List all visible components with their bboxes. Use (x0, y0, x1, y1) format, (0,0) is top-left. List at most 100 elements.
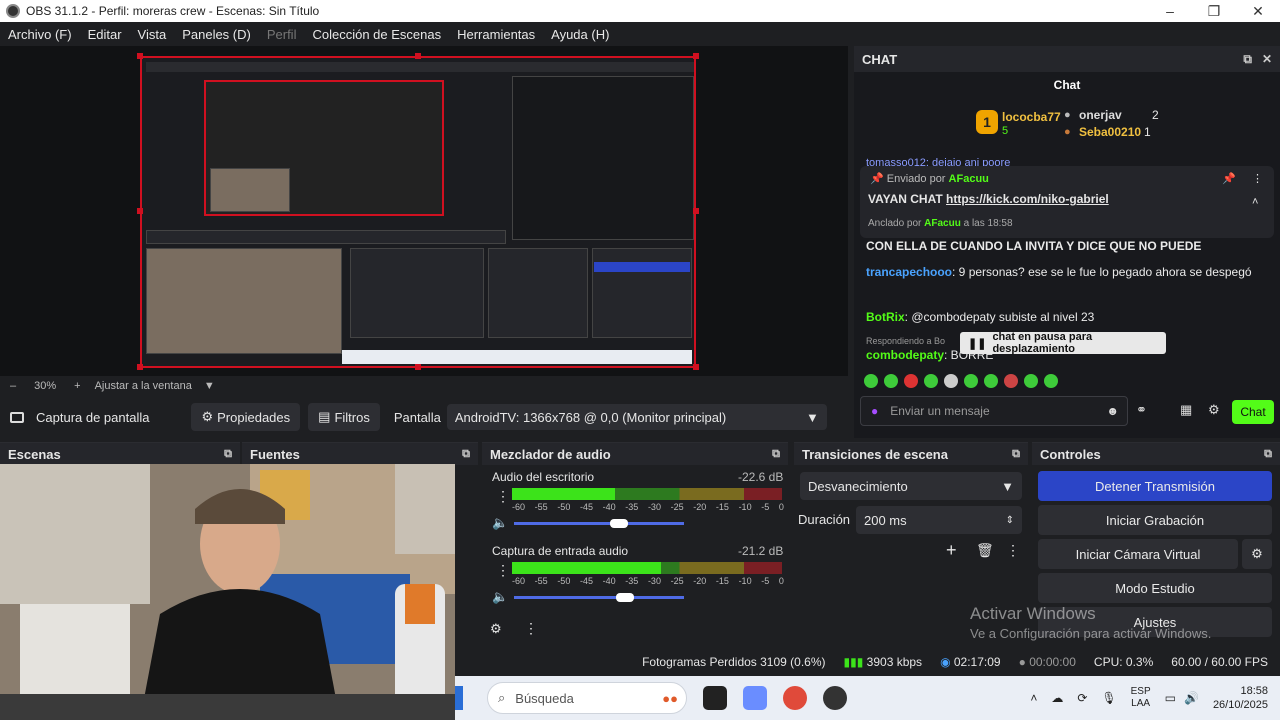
volume-icon[interactable]: 🔊 (1184, 691, 1199, 705)
emote-icon[interactable] (964, 374, 978, 388)
float-icon[interactable]: ⧉ (1243, 52, 1252, 67)
volume-knob[interactable] (610, 519, 629, 528)
volume-knob[interactable] (615, 593, 634, 602)
start-recording-button[interactable]: Iniciar Grabación (1038, 505, 1272, 535)
float-icon[interactable]: ⧉ (1264, 448, 1272, 461)
resize-handle-bl[interactable] (137, 364, 143, 370)
resize-handle-br[interactable] (693, 364, 699, 370)
cloud-icon[interactable]: ☁ (1051, 691, 1063, 705)
taskbar-search[interactable]: ⌕ Búsqueda ●● (487, 682, 687, 714)
menu-docks[interactable]: Paneles (D) (174, 27, 259, 42)
gear-icon[interactable]: ⚙ (490, 621, 502, 637)
volume-slider[interactable] (514, 596, 684, 599)
menu-view[interactable]: Vista (130, 27, 175, 42)
resize-handle-l[interactable] (137, 208, 143, 214)
display-icon[interactable]: ▭ (1165, 691, 1176, 705)
add-icon[interactable]: + (946, 540, 957, 561)
fit-window-option[interactable]: Ajustar a la ventana (95, 380, 192, 392)
more-icon[interactable]: ⋮ (1252, 172, 1263, 185)
emote-icon[interactable] (884, 374, 898, 388)
chat-input[interactable]: ● Enviar un mensaje ☻ (860, 396, 1128, 426)
menu-scene-collection[interactable]: Colección de Escenas (304, 27, 449, 42)
resize-handle-b[interactable] (415, 364, 421, 370)
pinned-link[interactable]: https://kick.com/niko-gabriel (946, 192, 1109, 206)
virtual-camera-button[interactable]: Iniciar Cámara Virtual (1038, 539, 1238, 569)
zoom-in-button[interactable]: + (74, 380, 80, 392)
scale-tick: -25 (670, 576, 684, 586)
chat-user[interactable]: combodepaty (866, 348, 944, 362)
pin-icon[interactable]: 📌 (1222, 172, 1236, 185)
emote-icon[interactable] (1044, 374, 1058, 388)
emote-icon[interactable] (924, 374, 938, 388)
chevron-down-icon[interactable]: ▼ (204, 380, 215, 392)
menu-tools[interactable]: Herramientas (449, 27, 543, 42)
trash-icon[interactable]: 🗑 (976, 542, 994, 559)
spinner-icon[interactable]: ⇕ (1006, 515, 1014, 526)
resize-handle-tl[interactable] (137, 53, 143, 59)
search-icon: ⌕ (498, 690, 506, 705)
float-icon[interactable]: ⧉ (772, 448, 780, 461)
emote-icon[interactable] (984, 374, 998, 388)
filters-button[interactable]: ▤ Filtros (308, 403, 380, 431)
obs-icon[interactable] (823, 686, 847, 710)
mic-icon[interactable]: 🎙 (1101, 691, 1116, 705)
chat-user[interactable]: BotRix (866, 310, 905, 324)
chrome-icon[interactable] (783, 686, 807, 710)
mic-icon[interactable]: ● (871, 404, 878, 418)
duration-spinbox[interactable]: 200 ms ⇕ (856, 506, 1022, 534)
float-icon[interactable]: ⧉ (462, 448, 470, 461)
sync-icon[interactable]: ⟳ (1077, 691, 1087, 705)
menu-profile[interactable]: Perfil (259, 27, 305, 42)
close-icon[interactable]: ✕ (1262, 52, 1272, 67)
chat-user[interactable]: trancapechooo (866, 265, 952, 279)
display-select[interactable]: AndroidTV: 1366x768 @ 0,0 (Monitor princ… (446, 404, 827, 430)
preview-canvas[interactable] (140, 56, 696, 368)
emote-icon[interactable] (1024, 374, 1038, 388)
emote-icon[interactable] (864, 374, 878, 388)
language-indicator[interactable]: ESP LAA (1131, 686, 1151, 710)
emote-icon[interactable] (944, 374, 958, 388)
volume-slider[interactable] (514, 522, 684, 525)
resize-handle-r[interactable] (693, 208, 699, 214)
stop-stream-button[interactable]: Detener Transmisión (1038, 471, 1272, 501)
menu-help[interactable]: Ayuda (H) (543, 27, 617, 42)
nested-menubar (146, 62, 694, 72)
chat-send-button[interactable]: Chat (1232, 400, 1274, 424)
taskview-icon[interactable] (703, 686, 727, 710)
float-icon[interactable]: ⧉ (224, 448, 232, 461)
monitor-icon (10, 411, 24, 423)
speaker-icon[interactable]: 🔈 (492, 589, 508, 605)
zoom-out-button[interactable]: – (10, 380, 16, 392)
speaker-icon[interactable]: 🔈 (492, 515, 508, 531)
more-icon[interactable]: ⋮ (1006, 542, 1020, 559)
minimize-button[interactable]: – (1148, 3, 1192, 20)
maximize-button[interactable]: ❐ (1192, 3, 1236, 20)
emoji-icon[interactable]: ☻ (1106, 404, 1119, 418)
menu-edit[interactable]: Editar (80, 27, 130, 42)
float-icon[interactable]: ⧉ (1012, 448, 1020, 461)
pinned-message[interactable]: 📌 Enviado por AFacuu VAYAN CHAT https://… (860, 166, 1274, 238)
properties-button[interactable]: ⚙ Propiedades (191, 403, 301, 431)
emote-icon[interactable] (904, 374, 918, 388)
more-icon[interactable]: ⋮ (496, 488, 510, 505)
link-icon[interactable]: ⚭ (1136, 402, 1147, 418)
chevron-up-icon[interactable]: ˄ (1252, 196, 1258, 208)
emote-icon[interactable] (1004, 374, 1018, 388)
gear-icon[interactable]: ⚙ (1242, 539, 1272, 569)
close-button[interactable]: ✕ (1236, 3, 1280, 20)
more-icon[interactable]: ⋮ (524, 620, 538, 637)
pinned-text: VAYAN CHAT (868, 192, 943, 206)
more-icon[interactable]: ⋮ (496, 562, 510, 579)
copilot-icon[interactable] (743, 686, 767, 710)
resize-handle-t[interactable] (415, 53, 421, 59)
studio-mode-button[interactable]: Modo Estudio (1038, 573, 1272, 603)
resize-handle-tr[interactable] (693, 53, 699, 59)
clock[interactable]: 18:58 26/10/2025 (1213, 684, 1268, 712)
chat-paused-tooltip[interactable]: ❚❚ chat en pausa para desplazamiento (960, 331, 1166, 355)
menu-file[interactable]: Archivo (F) (0, 27, 80, 42)
start-icon[interactable] (455, 686, 463, 710)
transition-select[interactable]: Desvanecimiento ▼ (800, 472, 1022, 500)
settings-icon[interactable]: ⚙ (1208, 402, 1220, 418)
gift-icon[interactable]: ▦ (1180, 402, 1192, 418)
tray-chevron-icon[interactable]: ˄ (1030, 691, 1037, 705)
